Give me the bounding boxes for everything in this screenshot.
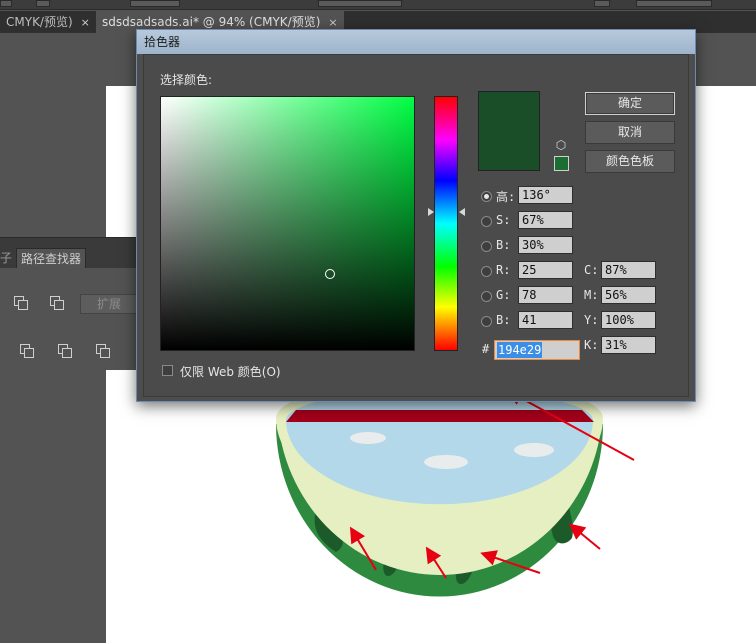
color-cursor[interactable] xyxy=(325,269,335,279)
arrow xyxy=(480,550,541,574)
green-field[interactable]: 78 xyxy=(518,286,573,304)
blue-label: B: xyxy=(496,313,511,327)
blue-radio[interactable] xyxy=(481,316,492,327)
saturation-label: S: xyxy=(496,213,511,227)
cancel-button[interactable]: 取消 xyxy=(585,121,675,144)
red-label: R: xyxy=(496,263,511,277)
black-field[interactable]: 31% xyxy=(601,336,656,354)
arrow xyxy=(568,523,601,550)
hue-slider-handle-left[interactable] xyxy=(428,208,434,216)
arrow xyxy=(506,390,635,461)
brightness-field[interactable]: 30% xyxy=(518,236,573,254)
web-only-checkbox[interactable] xyxy=(162,365,173,376)
magenta-label: M: xyxy=(584,288,599,302)
color-picker-dialog: 拾色器 选择颜色: ⬡ 确定 取消 颜色色板 高: 136° S: 67% B:… xyxy=(136,29,696,402)
saturation-radio[interactable] xyxy=(481,216,492,227)
hue-label: 高: xyxy=(496,190,516,204)
cube-icon[interactable]: ⬡ xyxy=(555,139,567,151)
hue-slider-handle-right[interactable] xyxy=(459,208,465,216)
hue-radio[interactable] xyxy=(481,191,492,202)
dialog-body: 选择颜色: ⬡ 确定 取消 颜色色板 高: 136° S: 67% B: 30%… xyxy=(143,54,689,397)
web-safe-swatch[interactable] xyxy=(554,156,569,171)
brightness-radio[interactable] xyxy=(481,241,492,252)
hue-slider[interactable] xyxy=(434,96,458,351)
color-swatches-button[interactable]: 颜色色板 xyxy=(585,150,675,173)
hue-field[interactable]: 136° xyxy=(518,186,573,204)
magenta-field[interactable]: 56% xyxy=(601,286,656,304)
black-label: K: xyxy=(584,338,599,352)
green-label: G: xyxy=(496,288,511,302)
yellow-label: Y: xyxy=(584,313,599,327)
hex-prefix: # xyxy=(482,342,490,356)
blue-field[interactable]: 41 xyxy=(518,311,573,329)
red-field[interactable]: 25 xyxy=(518,261,573,279)
saturation-brightness-field[interactable] xyxy=(160,96,415,351)
select-color-label: 选择颜色: xyxy=(160,73,213,87)
brightness-label: B: xyxy=(496,238,511,252)
cyan-field[interactable]: 87% xyxy=(601,261,656,279)
cyan-label: C: xyxy=(584,263,599,277)
red-radio[interactable] xyxy=(481,266,492,277)
color-preview xyxy=(478,91,540,171)
arrow xyxy=(425,546,447,579)
saturation-field[interactable]: 67% xyxy=(518,211,573,229)
web-only-label: 仅限 Web 颜色(O) xyxy=(180,365,281,379)
hex-value: 194e29 xyxy=(497,342,543,358)
arrow xyxy=(349,526,377,571)
yellow-field[interactable]: 100% xyxy=(601,311,656,329)
dialog-title[interactable]: 拾色器 xyxy=(137,30,695,54)
hex-field[interactable]: 194e29 xyxy=(494,340,580,360)
ok-button[interactable]: 确定 xyxy=(585,92,675,115)
green-radio[interactable] xyxy=(481,291,492,302)
